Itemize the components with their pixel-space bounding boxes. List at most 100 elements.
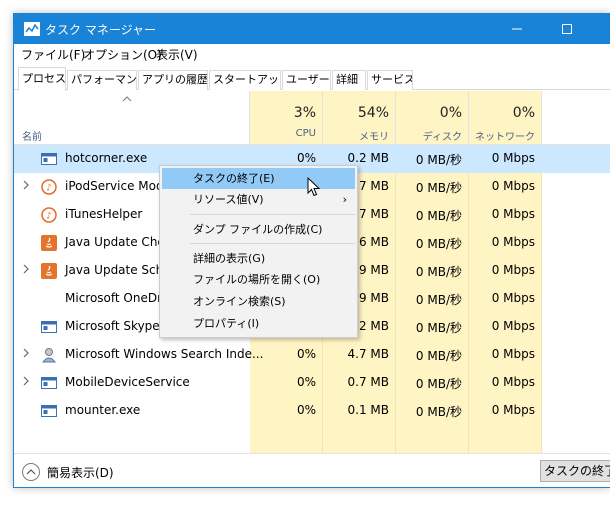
memory-value: 0.7 MB <box>347 375 389 389</box>
memory-column-header[interactable]: メモリ <box>327 128 389 143</box>
menu-options[interactable]: オプション(O) <box>83 46 162 63</box>
process-row[interactable]: mounter.exe 0% 0.1 MB 0 MB/秒 0 Mbps <box>14 397 610 425</box>
process-name: mounter.exe <box>65 403 141 417</box>
ctx-search-online[interactable]: オンライン検索(S) <box>162 291 355 312</box>
disk-value: 0 MB/秒 <box>415 293 462 307</box>
menu-item-label: 詳細の表示(G) <box>193 252 266 265</box>
window-app-icon <box>41 319 57 335</box>
tab-startup[interactable]: スタートアップ <box>209 70 281 90</box>
context-menu: タスクの終了(E) リソース値(V) › ダンプ ファイルの作成(C) 詳細の表示(G)… <box>159 165 358 338</box>
menu-bar: ファイル(F) オプション(O) 表示(V) <box>14 44 610 64</box>
process-name: Microsoft Windows Search Inde... <box>65 347 264 361</box>
disk-value: 0 MB/秒 <box>415 265 462 279</box>
network-value: 0 Mbps <box>491 375 535 389</box>
tab-details[interactable]: 詳細 <box>332 70 366 90</box>
cpu-percent: 3% <box>293 105 316 121</box>
network-value: 0 Mbps <box>491 291 535 305</box>
svg-text:♪: ♪ <box>46 212 52 222</box>
network-value: 0 Mbps <box>491 151 535 165</box>
disk-value: 0 MB/秒 <box>415 181 462 195</box>
column-divider[interactable] <box>468 91 469 145</box>
disk-value: 0 MB/秒 <box>415 349 462 363</box>
expand-chevron-icon[interactable] <box>22 376 30 389</box>
search-indexer-icon <box>41 347 57 363</box>
expand-chevron-icon[interactable] <box>22 264 30 277</box>
menu-item-label: リソース値(V) <box>193 193 264 206</box>
network-percent: 0% <box>512 105 535 121</box>
footer-bar: 簡易表示(D) タスクの終了 <box>14 453 610 487</box>
tab-app-history[interactable]: アプリの履歴 <box>138 70 208 90</box>
process-row[interactable]: MobileDeviceService 0% 0.7 MB 0 MB/秒 0 Mbps <box>14 369 610 397</box>
process-name: Microsoft Skype P <box>65 319 171 333</box>
menu-file[interactable]: ファイル(F) <box>21 46 85 63</box>
collapse-up-icon[interactable] <box>22 463 40 481</box>
tab-processes[interactable]: プロセス <box>18 67 66 91</box>
tab-services[interactable]: サービス <box>367 70 413 90</box>
network-value: 0 Mbps <box>491 207 535 221</box>
network-value: 0 Mbps <box>491 179 535 193</box>
tab-strip: プロセス パフォーマンス アプリの履歴 スタートアップ ユーザー 詳細 サービス <box>14 66 610 91</box>
minimize-button[interactable] <box>494 14 540 44</box>
ipod-icon: ♪ <box>41 179 57 195</box>
sort-ascending-icon <box>122 95 132 106</box>
window-app-icon <box>41 151 57 167</box>
window-title: タスク マネージャー <box>45 23 156 37</box>
blank-icon <box>41 291 57 307</box>
ctx-properties[interactable]: プロパティ(I) <box>162 313 355 334</box>
network-value: 0 Mbps <box>491 263 535 277</box>
column-divider[interactable] <box>395 91 396 145</box>
disk-value: 0 MB/秒 <box>415 237 462 251</box>
column-divider[interactable] <box>249 91 250 145</box>
process-row[interactable]: Microsoft Windows Search Inde... 0% 4.7 MB… <box>14 341 610 369</box>
network-value: 0 Mbps <box>491 403 535 417</box>
window-app-icon <box>41 403 57 419</box>
ctx-resource-values[interactable]: リソース値(V) › <box>162 189 355 210</box>
network-column-header[interactable]: ネットワーク <box>469 128 535 143</box>
simple-view-link[interactable]: 簡易表示(D) <box>47 464 114 481</box>
tab-users[interactable]: ユーザー <box>282 70 331 90</box>
disk-value: 0 MB/秒 <box>415 321 462 335</box>
ctx-create-dump[interactable]: ダンプ ファイルの作成(C) <box>162 219 355 240</box>
disk-value: 0 MB/秒 <box>415 209 462 223</box>
process-name: Java Update Sche <box>65 263 171 277</box>
submenu-arrow-icon: › <box>342 193 347 206</box>
cpu-value: 0% <box>296 375 316 389</box>
name-column-header[interactable]: 名前 <box>22 128 42 143</box>
menu-separator <box>190 243 355 244</box>
expand-chevron-icon[interactable] <box>22 348 30 361</box>
network-value: 0 Mbps <box>491 319 535 333</box>
ctx-go-to-details[interactable]: 詳細の表示(G) <box>162 248 355 269</box>
cpu-column-header[interactable]: CPU <box>254 128 316 139</box>
menu-separator <box>190 214 355 215</box>
svg-text:♪: ♪ <box>46 184 52 194</box>
network-value: 0 Mbps <box>491 347 535 361</box>
disk-percent: 0% <box>439 105 462 121</box>
memory-value: 4.7 MB <box>347 347 389 361</box>
minimize-icon <box>512 28 522 30</box>
menu-item-label: オンライン検索(S) <box>193 295 286 308</box>
window-app-icon <box>41 375 57 391</box>
process-name: iTunesHelper <box>65 207 143 221</box>
menu-item-label: タスクの終了(E) <box>193 172 275 185</box>
memory-value: 0.2 MB <box>347 151 389 165</box>
memory-value: 0.1 MB <box>347 403 389 417</box>
mouse-cursor-icon <box>307 177 321 197</box>
memory-percent: 54% <box>357 105 389 121</box>
cpu-value: 0% <box>296 347 316 361</box>
disk-column-header[interactable]: ディスク <box>400 128 462 143</box>
maximize-button[interactable] <box>544 14 590 44</box>
ctx-open-file-location[interactable]: ファイルの場所を開く(O) <box>162 269 355 290</box>
ctx-end-task[interactable]: タスクの終了(E) <box>162 168 355 189</box>
process-name: MobileDeviceService <box>65 375 190 389</box>
menu-item-label: ダンプ ファイルの作成(C) <box>193 223 323 236</box>
title-bar[interactable]: タスク マネージャー <box>14 14 610 44</box>
tab-performance[interactable]: パフォーマンス <box>67 70 137 90</box>
menu-item-label: プロパティ(I) <box>193 317 260 330</box>
column-divider[interactable] <box>322 91 323 145</box>
process-name: iPodService Modu <box>65 179 172 193</box>
column-divider[interactable] <box>541 91 542 145</box>
end-task-button[interactable]: タスクの終了 <box>540 460 610 482</box>
expand-chevron-icon[interactable] <box>22 180 30 193</box>
menu-view[interactable]: 表示(V) <box>156 46 198 63</box>
disk-value: 0 MB/秒 <box>415 405 462 419</box>
